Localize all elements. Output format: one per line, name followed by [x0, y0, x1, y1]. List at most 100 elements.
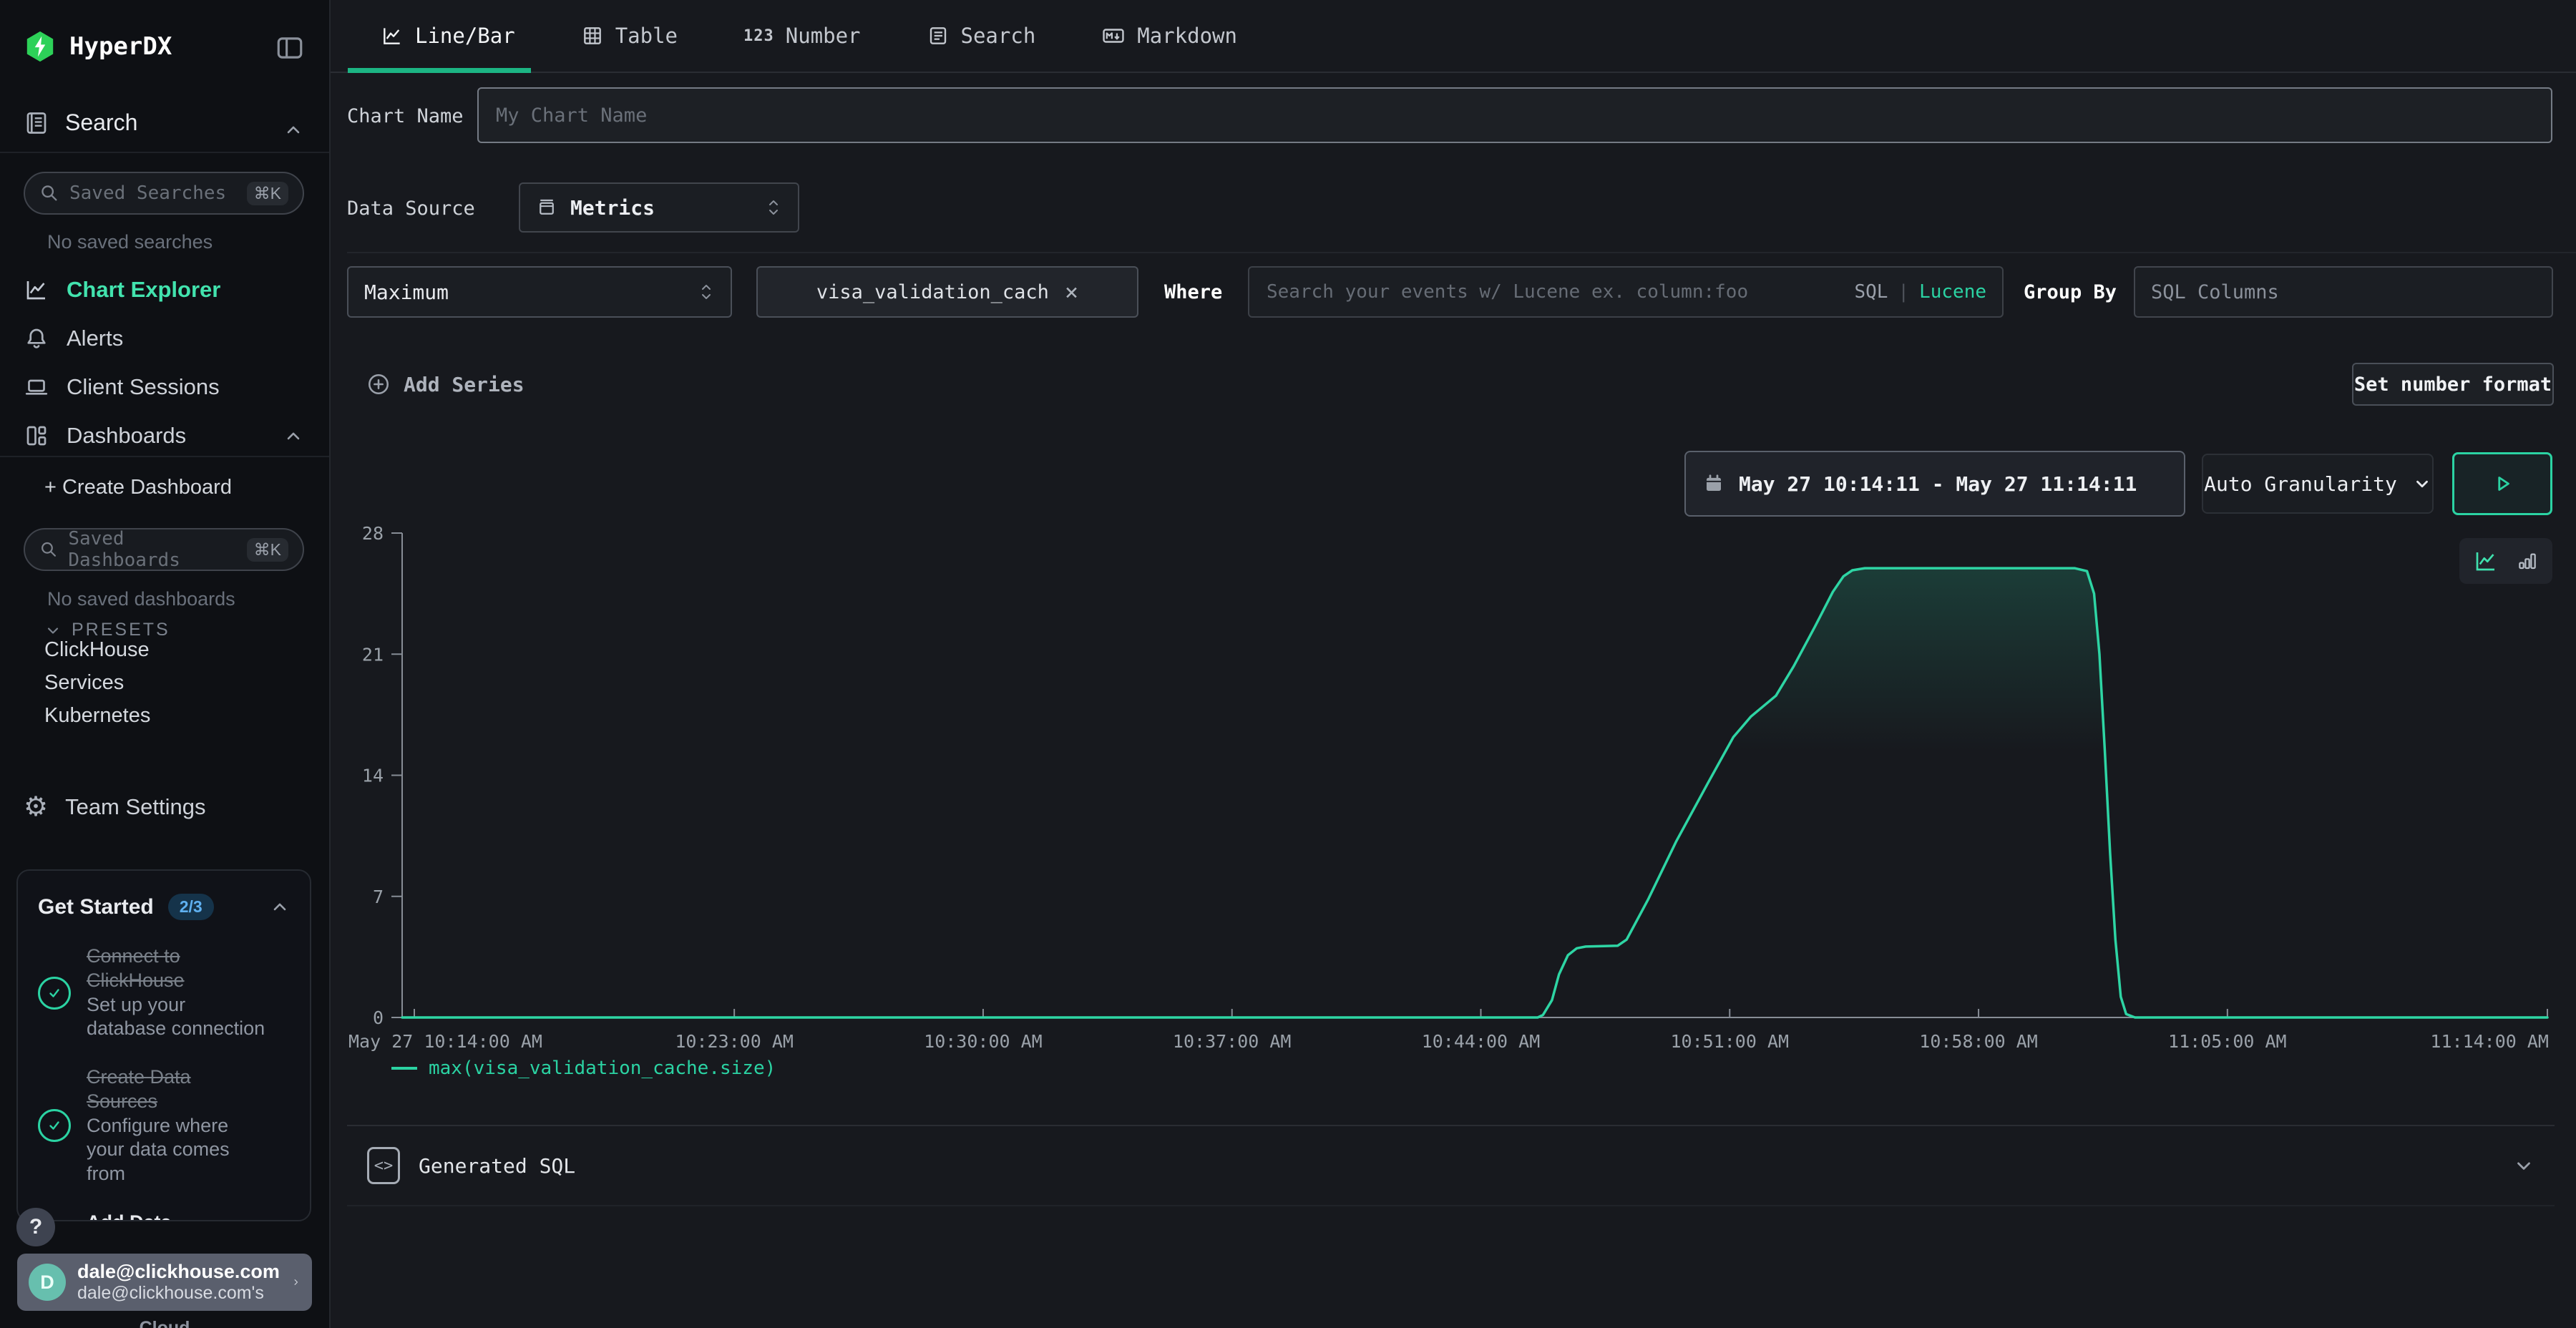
- svg-text:May 27 10:14:00 AM: May 27 10:14:00 AM: [348, 1031, 542, 1052]
- metric-tag[interactable]: visa_validation_cach ×: [756, 266, 1138, 318]
- divider: [347, 252, 2576, 253]
- progress-badge: 2/3: [168, 894, 214, 920]
- collapse-sidebar-icon[interactable]: [275, 33, 305, 63]
- check-circle-icon: [38, 977, 71, 1010]
- user-menu[interactable]: D dale@clickhouse.com dale@clickhouse.co…: [17, 1254, 312, 1311]
- sidebar-item-label: Dashboards: [67, 423, 186, 449]
- no-saved-dashboards-text: No saved dashboards: [47, 588, 235, 610]
- check-circle-icon: [38, 1109, 71, 1142]
- step-desc: Set up your database connection: [87, 994, 265, 1040]
- tab-label: Markdown: [1137, 24, 1237, 48]
- aggregation-select[interactable]: Maximum: [347, 266, 732, 318]
- get-started-card: Get Started 2/3 Connect to ClickHouse Se…: [16, 869, 311, 1221]
- preset-kubernetes[interactable]: Kubernetes: [44, 704, 150, 728]
- where-search-input[interactable]: [1265, 280, 1844, 303]
- sidebar-item-dashboards[interactable]: Dashboards: [24, 416, 186, 456]
- bell-icon: [24, 326, 49, 351]
- calendar-icon: [1703, 473, 1724, 494]
- no-saved-searches-text: No saved searches: [47, 231, 213, 253]
- get-started-step-add-data[interactable]: 3 Add Data Start sending logs, metrics, …: [38, 1211, 290, 1221]
- svg-text:11:14:00 AM: 11:14:00 AM: [2430, 1031, 2549, 1052]
- where-search-box: SQL | Lucene: [1248, 266, 2004, 318]
- sidebar-item-label: Alerts: [67, 326, 123, 351]
- chevron-down-icon[interactable]: [2513, 1155, 2534, 1176]
- set-number-format-button[interactable]: Set number format: [2352, 363, 2554, 406]
- saved-searches-input[interactable]: Saved Searches ⌘K: [24, 172, 304, 215]
- list-search-icon: [927, 24, 950, 47]
- svg-text:10:30:00 AM: 10:30:00 AM: [924, 1031, 1043, 1052]
- main-content: Line/Bar Table 123 Number: [331, 0, 2576, 1328]
- brand-name: HyperDX: [69, 32, 172, 61]
- chevron-up-icon[interactable]: [283, 426, 303, 446]
- avatar: D: [29, 1264, 66, 1301]
- search-icon: [39, 540, 58, 560]
- run-query-button[interactable]: [2452, 452, 2552, 515]
- sidebar-section-search[interactable]: Search: [24, 109, 137, 136]
- step-title: Add Data: [87, 1211, 172, 1221]
- gear-icon: ⚙: [24, 794, 48, 821]
- granularity-select[interactable]: Auto Granularity: [2202, 454, 2434, 514]
- team-settings-label: Team Settings: [65, 794, 205, 820]
- chevron-down-icon: [2413, 474, 2431, 493]
- lucene-mode-toggle[interactable]: Lucene: [1919, 281, 1986, 303]
- group-by-input[interactable]: [2134, 266, 2553, 318]
- shortcut-badge: ⌘K: [247, 538, 288, 562]
- divider: [0, 456, 329, 457]
- tab-line-bar[interactable]: Line/Bar: [381, 0, 515, 72]
- svg-text:21: 21: [362, 644, 384, 665]
- preset-clickhouse[interactable]: ClickHouse: [44, 638, 150, 662]
- chevron-up-icon[interactable]: [283, 120, 303, 140]
- chart-type-tabbar: Line/Bar Table 123 Number: [331, 0, 2576, 73]
- chart-name-input[interactable]: [477, 87, 2552, 143]
- where-label: Where: [1164, 281, 1222, 303]
- chart-name-label: Chart Name: [347, 105, 464, 127]
- chevron-right-icon: [291, 1273, 301, 1292]
- sql-mode-toggle[interactable]: SQL: [1854, 281, 1888, 303]
- remove-metric-icon[interactable]: ×: [1065, 280, 1078, 303]
- sidebar-item-client-sessions[interactable]: Client Sessions: [24, 367, 220, 407]
- get-started-step-datasources[interactable]: Create Data Sources Configure where your…: [38, 1065, 290, 1186]
- generated-sql-label: Generated SQL: [419, 1154, 575, 1178]
- play-icon: [2490, 472, 2514, 496]
- line-chart-icon: [24, 277, 49, 303]
- get-started-header[interactable]: Get Started 2/3: [38, 894, 290, 920]
- add-series-button[interactable]: Add Series: [366, 361, 525, 407]
- create-dashboard-button[interactable]: + Create Dashboard: [44, 476, 232, 499]
- date-range-picker[interactable]: May 27 10:14:11 - May 27 11:14:11: [1684, 451, 2185, 517]
- svg-text:28: 28: [362, 523, 384, 544]
- sidebar-item-chart-explorer[interactable]: Chart Explorer: [24, 270, 220, 310]
- number-123-icon: 123: [743, 27, 774, 45]
- data-source-select[interactable]: Metrics: [519, 182, 799, 233]
- presets-toggle[interactable]: PRESETS: [44, 620, 170, 640]
- generated-sql-section[interactable]: <> Generated SQL: [347, 1125, 2555, 1206]
- add-series-label: Add Series: [404, 373, 525, 396]
- tab-table[interactable]: Table: [581, 0, 678, 72]
- search-icon: [39, 183, 59, 203]
- hyperdx-logo-icon: [24, 30, 57, 63]
- timeseries-chart[interactable]: 07142128May 27 10:14:00 AM10:23:00 AM10:…: [331, 515, 2576, 1088]
- chart-legend[interactable]: max(visa_validation_cache.size): [391, 1058, 776, 1079]
- chevron-down-icon: [44, 622, 62, 639]
- aggregation-value: Maximum: [364, 280, 449, 304]
- app-window: HyperDX Search Saved Searches: [0, 0, 2576, 1328]
- tab-label: Line/Bar: [415, 24, 515, 48]
- user-org-overflow-text: Cloud: [0, 1318, 329, 1328]
- tab-search[interactable]: Search: [927, 0, 1036, 72]
- get-started-step-connect[interactable]: Connect to ClickHouse Set up your databa…: [38, 944, 290, 1041]
- help-button[interactable]: ?: [16, 1208, 55, 1246]
- legend-line-swatch: [391, 1067, 417, 1070]
- user-org: dale@clickhouse.com's: [77, 1283, 264, 1303]
- brand-logo[interactable]: HyperDX: [24, 30, 172, 63]
- chevron-up-icon[interactable]: [270, 897, 290, 917]
- sidebar-item-alerts[interactable]: Alerts: [24, 318, 123, 358]
- data-source-label: Data Source: [347, 197, 475, 220]
- sidebar-item-team-settings[interactable]: ⚙ Team Settings: [24, 787, 206, 827]
- database-icon: [536, 197, 557, 218]
- tab-number[interactable]: 123 Number: [743, 0, 861, 72]
- saved-dashboards-placeholder: Saved Dashboards: [68, 528, 236, 571]
- get-started-title: Get Started: [38, 895, 154, 919]
- date-range-value: May 27 10:14:11 - May 27 11:14:11: [1739, 472, 2137, 496]
- tab-markdown[interactable]: Markdown: [1101, 0, 1237, 72]
- preset-services[interactable]: Services: [44, 671, 124, 695]
- saved-dashboards-input[interactable]: Saved Dashboards ⌘K: [24, 528, 304, 571]
